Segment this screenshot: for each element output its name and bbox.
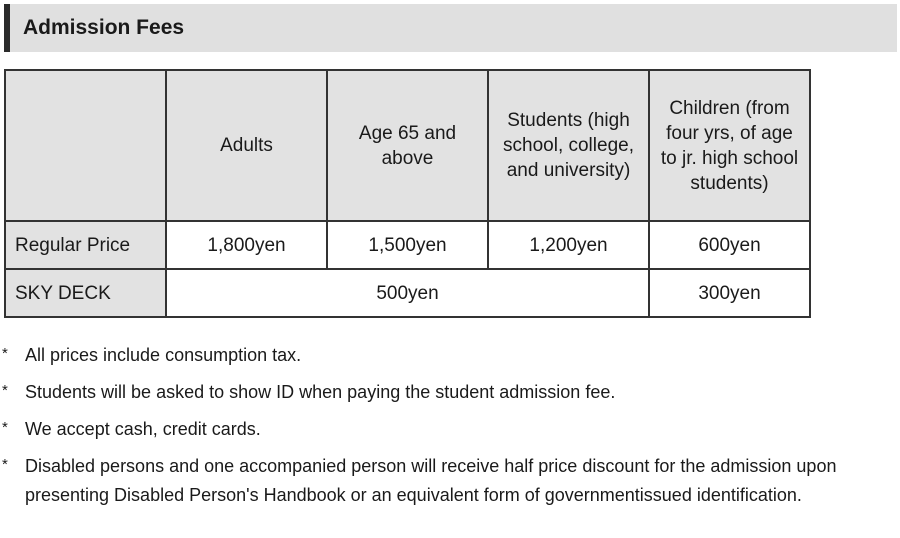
regular-price-age-65: 1,500yen [326, 220, 489, 270]
note-bullet: * [2, 456, 8, 473]
notes-list: * All prices include consumption tax. * … [0, 341, 900, 510]
row-label-regular-price: Regular Price [4, 220, 167, 270]
note-bullet: * [2, 419, 8, 436]
note-text: Students will be asked to show ID when p… [25, 382, 616, 402]
table-corner-cell [4, 69, 167, 222]
admission-fees-table: Adults Age 65 and above Students (high s… [4, 69, 811, 318]
row-label-sky-deck: SKY DECK [4, 268, 167, 318]
table-row-sky-deck: SKY DECK 500yen 300yen [4, 268, 811, 318]
section-header: Admission Fees [4, 4, 897, 52]
section-title: Admission Fees [23, 16, 185, 39]
header-adults: Adults [165, 69, 328, 222]
table-header-row: Adults Age 65 and above Students (high s… [4, 69, 811, 222]
header-age-65-and-above: Age 65 and above [326, 69, 489, 222]
sky-deck-adults-seniors-students: 500yen [165, 268, 650, 318]
note-item: * All prices include consumption tax. [0, 341, 900, 370]
regular-price-students: 1,200yen [487, 220, 650, 270]
note-item: * We accept cash, credit cards. [0, 415, 900, 444]
note-item: * Disabled persons and one accompanied p… [0, 452, 900, 510]
regular-price-children: 600yen [648, 220, 811, 270]
sky-deck-children: 300yen [648, 268, 811, 318]
regular-price-adults: 1,800yen [165, 220, 328, 270]
note-text: We accept cash, credit cards. [25, 419, 261, 439]
table-row-regular-price: Regular Price 1,800yen 1,500yen 1,200yen… [4, 220, 811, 270]
note-text: All prices include consumption tax. [25, 345, 302, 365]
note-bullet: * [2, 382, 8, 399]
note-bullet: * [2, 345, 8, 362]
header-students: Students (high school, college, and univ… [487, 69, 650, 222]
note-text: Disabled persons and one accompanied per… [25, 456, 837, 505]
header-children: Children (from four yrs, of age to jr. h… [648, 69, 811, 222]
note-item: * Students will be asked to show ID when… [0, 378, 900, 407]
